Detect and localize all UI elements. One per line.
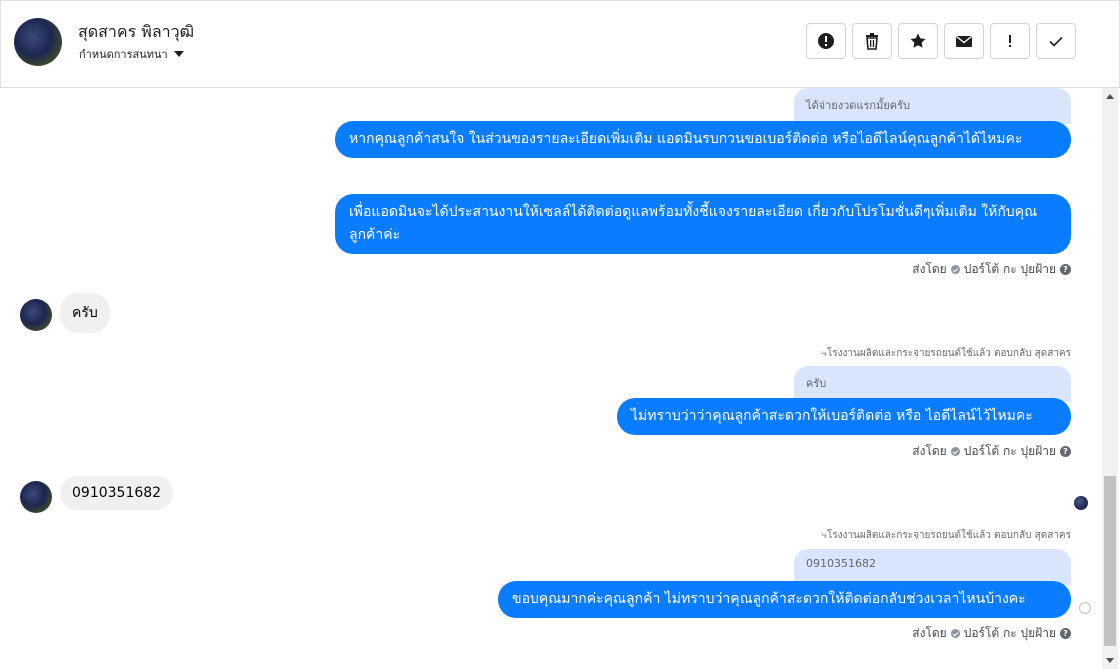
verified-icon <box>950 629 960 638</box>
contact-name[interactable]: สุดสาคร พิลาวุฒิ <box>78 20 194 45</box>
star-button[interactable] <box>898 23 938 59</box>
message-text: ไม่ทราบว่าว่าคุณลูกค้าสะดวกให้เบอร์ติดต่… <box>631 408 1033 424</box>
conversation-header: สุดสาคร พิลาวุฒิ กำหนดการสนทนา <box>0 0 1120 88</box>
outgoing-message[interactable]: ไม่ทราบว่าว่าคุณลูกค้าสะดวกให้เบอร์ติดต่… <box>617 398 1071 435</box>
sent-by-prefix: ส่งโดย <box>912 626 947 640</box>
reply-context-text: โรงงานผลิตและกระจายรถยนต์ใช้แล้ว ตอบกลับ… <box>826 348 1071 359</box>
caret-down-icon <box>173 51 184 57</box>
reply-context: ⤷โรงงานผลิตและกระจายรถยนต์ใช้แล้ว ตอบกลั… <box>821 346 1071 361</box>
vertical-scrollbar[interactable] <box>1102 88 1118 669</box>
quoted-message: 0910351682 <box>794 549 1071 585</box>
seen-indicator-avatar <box>1074 496 1088 510</box>
envelope-icon <box>956 35 972 47</box>
exclamation-icon <box>1009 35 1011 47</box>
help-icon[interactable]: ? <box>1060 264 1071 275</box>
scroll-down-arrow-icon[interactable] <box>1106 658 1114 663</box>
message-text: ขอบคุณมากค่ะคุณลูกค้า ไม่ทราบว่าคุณลูกค้… <box>512 591 1026 607</box>
message-text: หากคุณลูกค้าสนใจ ในส่วนของรายละเอียดเพิ่… <box>349 131 1023 147</box>
message-text: ครับ <box>72 305 98 321</box>
sent-by-name: ปอร์โต้ กะ ปุยฝ้าย <box>963 444 1056 458</box>
mark-spam-button[interactable] <box>806 23 846 59</box>
scroll-up-arrow-icon[interactable] <box>1106 94 1114 99</box>
sender-avatar[interactable] <box>20 481 52 513</box>
quoted-message-text: 0910351682 <box>806 557 876 570</box>
incoming-message[interactable]: 0910351682 <box>60 476 174 510</box>
message-text: 0910351682 <box>72 485 162 501</box>
verified-icon <box>950 265 960 274</box>
reply-context: ⤷โรงงานผลิตและกระจายรถยนต์ใช้แล้ว ตอบกลั… <box>821 528 1071 543</box>
quoted-message-text: ครับ <box>806 377 827 390</box>
help-icon[interactable]: ? <box>1060 628 1071 639</box>
sent-by-name: ปอร์โต้ กะ ปุยฝ้าย <box>963 262 1056 276</box>
quoted-message: ครับ <box>794 366 1071 402</box>
sent-by-info: ส่งโดย ปอร์โต้ กะ ปุยฝ้าย ? <box>912 442 1071 461</box>
message-thread[interactable]: ได้จ่ายงวดแรกมั้ยครับ หากคุณลูกค้าสนใจ ใ… <box>0 88 1102 669</box>
sent-by-prefix: ส่งโดย <box>912 444 947 458</box>
incoming-message[interactable]: ครับ <box>60 293 110 333</box>
outgoing-message[interactable]: ขอบคุณมากค่ะคุณลูกค้า ไม่ทราบว่าคุณลูกค้… <box>498 581 1071 618</box>
sender-avatar[interactable] <box>20 299 52 331</box>
alert-circle-icon <box>818 33 834 49</box>
star-icon <box>910 33 926 48</box>
sent-by-prefix: ส่งโดย <box>912 262 947 276</box>
help-icon[interactable]: ? <box>1060 446 1071 457</box>
reply-context-text: โรงงานผลิตและกระจายรถยนต์ใช้แล้ว ตอบกลับ… <box>826 530 1071 541</box>
mark-unread-button[interactable] <box>944 23 984 59</box>
trash-icon <box>866 33 878 50</box>
quoted-message: ได้จ่ายงวดแรกมั้ยครับ <box>794 88 1071 124</box>
flag-button[interactable] <box>990 23 1030 59</box>
sent-check-icon <box>1079 602 1091 614</box>
outgoing-message[interactable]: หากคุณลูกค้าสนใจ ในส่วนของรายละเอียดเพิ่… <box>335 121 1071 158</box>
sent-by-info: ส่งโดย ปอร์โต้ กะ ปุยฝ้าย ? <box>912 260 1071 279</box>
message-text: เพื่อแอดมินจะได้ประสานงานให้เซลล์ได้ติดต… <box>349 204 1038 243</box>
delete-button[interactable] <box>852 23 892 59</box>
sent-by-name: ปอร์โต้ กะ ปุยฝ้าย <box>963 626 1056 640</box>
mark-done-button[interactable] <box>1036 23 1076 59</box>
sent-by-info: ส่งโดย ปอร์โต้ กะ ปุยฝ้าย ? <box>912 624 1071 643</box>
quoted-message-text: ได้จ่ายงวดแรกมั้ยครับ <box>806 99 911 112</box>
scrollbar-thumb[interactable] <box>1104 476 1116 646</box>
verified-icon <box>950 447 960 456</box>
schedule-conversation-dropdown[interactable]: กำหนดการสนทนา <box>79 45 184 63</box>
check-icon <box>1049 36 1063 47</box>
contact-avatar[interactable] <box>14 18 62 66</box>
schedule-conversation-label: กำหนดการสนทนา <box>79 48 168 61</box>
conversation-toolbar <box>806 23 1076 59</box>
outgoing-message[interactable]: เพื่อแอดมินจะได้ประสานงานให้เซลล์ได้ติดต… <box>335 194 1071 254</box>
